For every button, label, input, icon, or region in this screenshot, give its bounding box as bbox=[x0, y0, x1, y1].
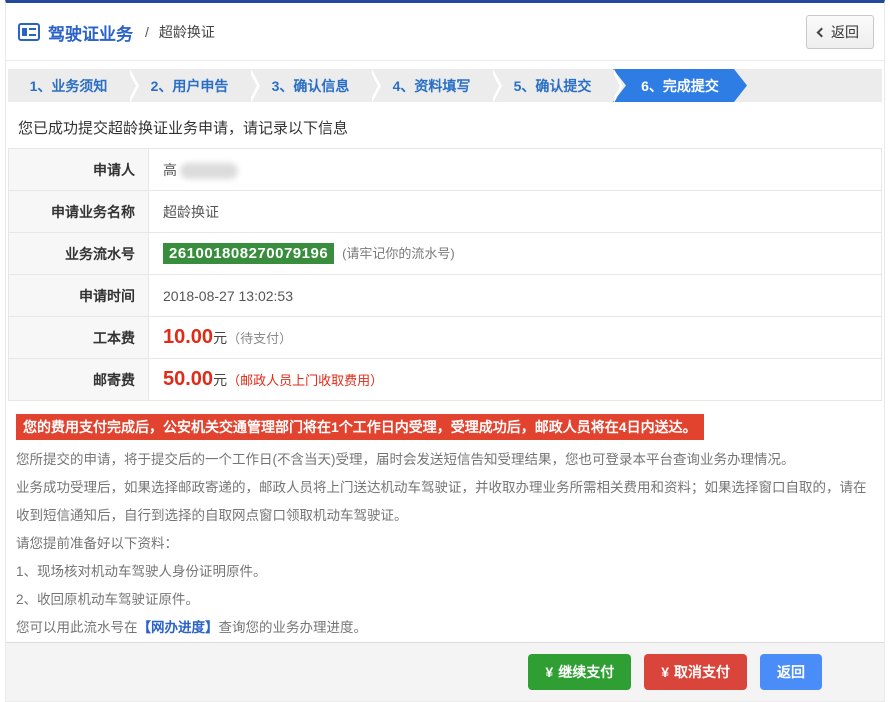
yen-icon: ¥ bbox=[545, 664, 553, 680]
service-name-label: 申请业务名称 bbox=[9, 191, 149, 233]
step-4-fill-data: 4、资料填写 bbox=[371, 69, 492, 102]
table-row-service-name: 申请业务名称 超龄换证 bbox=[9, 191, 882, 233]
page-header: 驾驶证业务 / 超龄换证 返回 bbox=[6, 3, 884, 61]
serial-number-note: (请牢记你的流水号) bbox=[342, 246, 455, 261]
progress-query-note: 您可以用此流水号在【网办进度】查询您的业务办理进度。 bbox=[16, 614, 874, 642]
footer-action-bar: ¥ 继续支付 ¥ 取消支付 返回 bbox=[6, 642, 884, 701]
back-button-label: 返回 bbox=[831, 22, 859, 42]
table-row-license-fee: 工本费 10.00元（待支付） bbox=[9, 317, 882, 359]
back-button-bottom[interactable]: 返回 bbox=[760, 654, 822, 690]
postage-fee-amount: 50.00 bbox=[163, 368, 213, 390]
instruction-item-1: 1、现场核对机动车驾驶人身份证明原件。 bbox=[16, 558, 874, 586]
table-row-applicant: 申请人 高 bbox=[9, 149, 882, 191]
success-message: 您已成功提交超龄换证业务申请，请记录以下信息 bbox=[18, 117, 882, 138]
serial-number-value: 261001808270079196 (请牢记你的流水号) bbox=[149, 233, 882, 275]
page-title: 驾驶证业务 bbox=[48, 20, 133, 45]
applicant-value: 高 bbox=[149, 149, 882, 191]
instruction-prepare: 请您提前准备好以下资料： bbox=[16, 530, 874, 558]
back-button-top[interactable]: 返回 bbox=[806, 15, 874, 49]
step-5-confirm-submit: 5、确认提交 bbox=[492, 69, 613, 102]
instruction-acceptance: 您所提交的申请，将于提交后的一个工作日(不含当天)受理，届时会发送短信告知受理结… bbox=[16, 446, 874, 474]
redacted-name-blur bbox=[180, 163, 238, 179]
cancel-pay-button[interactable]: ¥ 取消支付 bbox=[644, 654, 747, 690]
step-3-confirm-info: 3、确认信息 bbox=[250, 69, 371, 102]
step-wizard-filler bbox=[747, 69, 882, 102]
apply-time-value: 2018-08-27 13:02:53 bbox=[149, 275, 882, 317]
postage-fee-value: 50.00元（邮政人员上门收取费用） bbox=[149, 359, 882, 401]
breadcrumb: 驾驶证业务 / 超龄换证 bbox=[18, 20, 215, 45]
postage-fee-label: 邮寄费 bbox=[9, 359, 149, 401]
payment-notice-banner: 您的费用支付完成后，公安机关交通管理部门将在1个工作日内受理，受理成功后，邮政人… bbox=[16, 414, 704, 440]
application-info-table: 申请人 高 申请业务名称 超龄换证 业务流水号 2610018082700791… bbox=[8, 148, 882, 401]
license-list-icon bbox=[18, 23, 40, 41]
yen-icon: ¥ bbox=[661, 664, 669, 680]
instruction-item-2: 2、收回原机动车驾驶证原件。 bbox=[16, 586, 874, 614]
license-fee-value: 10.00元（待支付） bbox=[149, 317, 882, 359]
chevron-left-icon bbox=[817, 28, 827, 38]
serial-number-label: 业务流水号 bbox=[9, 233, 149, 275]
serial-number-badge: 261001808270079196 bbox=[163, 243, 334, 264]
license-fee-amount: 10.00 bbox=[163, 326, 213, 348]
license-fee-label: 工本费 bbox=[9, 317, 149, 359]
table-row-serial-number: 业务流水号 261001808270079196 (请牢记你的流水号) bbox=[9, 233, 882, 275]
license-fee-note: （待支付） bbox=[227, 331, 292, 346]
page-card: 驾驶证业务 / 超龄换证 返回 1、业务须知 2、用户申告 3、确认信息 4、资… bbox=[5, 0, 885, 702]
online-progress-link[interactable]: 【网办进度】 bbox=[138, 620, 219, 635]
breadcrumb-separator: / bbox=[145, 24, 149, 40]
step-6-complete-active: 6、完成提交 bbox=[613, 69, 747, 102]
applicant-label: 申请人 bbox=[9, 149, 149, 191]
breadcrumb-current: 超龄换证 bbox=[159, 22, 215, 42]
instructions: 您所提交的申请，将于提交后的一个工作日(不含当天)受理，届时会发送短信告知受理结… bbox=[16, 446, 874, 642]
apply-time-label: 申请时间 bbox=[9, 275, 149, 317]
table-row-apply-time: 申请时间 2018-08-27 13:02:53 bbox=[9, 275, 882, 317]
service-name-value: 超龄换证 bbox=[149, 191, 882, 233]
step-2-declare: 2、用户申告 bbox=[129, 69, 250, 102]
continue-pay-button[interactable]: ¥ 继续支付 bbox=[528, 654, 631, 690]
main-content: 您已成功提交超龄换证业务申请，请记录以下信息 申请人 高 申请业务名称 超龄换证… bbox=[6, 102, 884, 642]
postage-fee-note: （邮政人员上门收取费用） bbox=[227, 373, 383, 388]
instruction-delivery: 业务成功受理后，如果选择邮政寄递的，邮政人员将上门送达机动车驾驶证，并收取办理业… bbox=[16, 474, 874, 530]
table-row-postage-fee: 邮寄费 50.00元（邮政人员上门收取费用） bbox=[9, 359, 882, 401]
step-wizard: 1、业务须知 2、用户申告 3、确认信息 4、资料填写 5、确认提交 6、完成提… bbox=[8, 69, 882, 102]
step-1-notice: 1、业务须知 bbox=[8, 69, 129, 102]
